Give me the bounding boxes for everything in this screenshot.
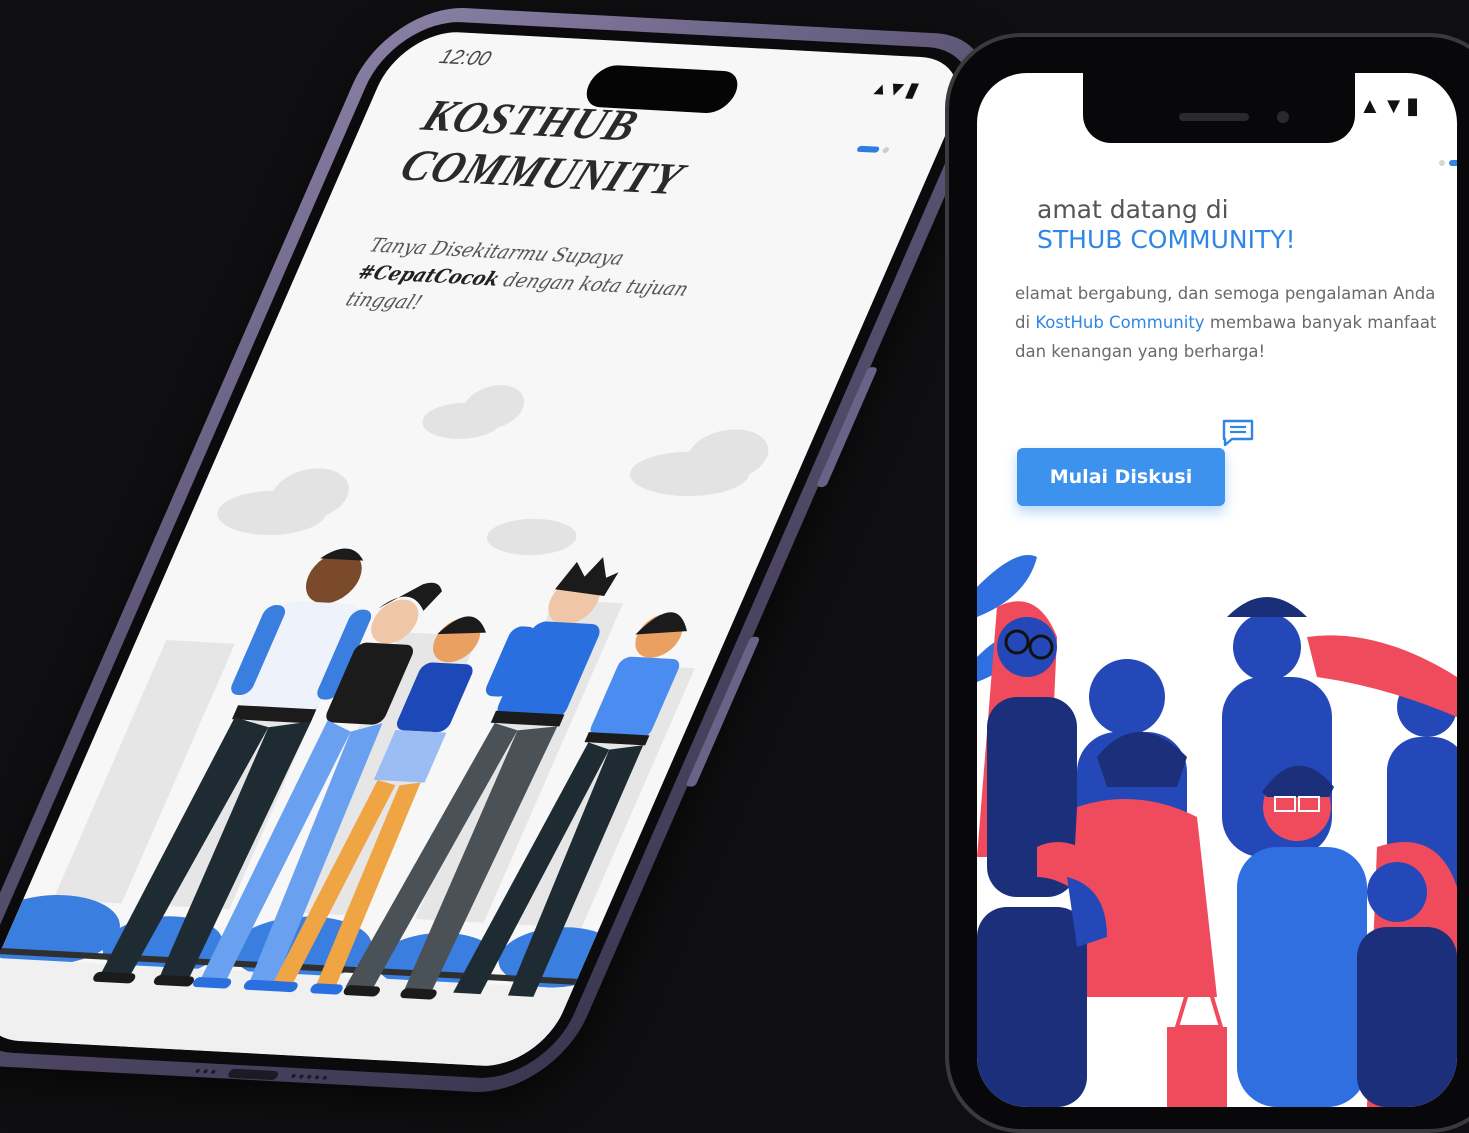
front-camera (1277, 111, 1289, 123)
dynamic-island (579, 64, 745, 115)
welcome-heading: amat datang di (1037, 195, 1229, 224)
earpiece-speaker (1179, 113, 1249, 121)
phone-screen-onboarding-2: amat datang di STHUB COMMUNITY! elamat b… (977, 73, 1457, 1107)
page-indicator (1439, 160, 1457, 166)
speaker-grille (194, 1068, 217, 1074)
title-line-2: COMMUNITY (393, 140, 692, 205)
crowd-illustration (977, 555, 1457, 1107)
welcome-message: elamat bergabung, dan semoga pengalaman … (1015, 279, 1445, 366)
speaker-grille (290, 1073, 328, 1080)
page-dot (1439, 160, 1445, 166)
status-time: 12:00 (436, 45, 495, 71)
start-discussion-button[interactable]: Mulai Diskusi (1017, 448, 1225, 506)
signal-icon: ▴▼▮ (871, 77, 924, 102)
phone-mockup-right: amat datang di STHUB COMMUNITY! elamat b… (945, 33, 1469, 1133)
signal-icon: ▲▼▮ (1359, 93, 1421, 118)
welcome-message-highlight: KostHub Community (1035, 313, 1205, 332)
phone-screen-onboarding-1: 12:00 ▴▼▮ KOSTHUB COMMUNITY Tanya Diseki… (0, 29, 979, 1069)
page-dot-active (1449, 160, 1457, 166)
welcome-brand: STHUB COMMUNITY! (1037, 225, 1296, 254)
phone-notch (1083, 71, 1355, 143)
phone-mockup-left: 12:00 ▴▼▮ KOSTHUB COMMUNITY Tanya Diseki… (0, 3, 1015, 1097)
charging-port (227, 1068, 280, 1080)
chat-bubble-icon (1222, 419, 1254, 447)
